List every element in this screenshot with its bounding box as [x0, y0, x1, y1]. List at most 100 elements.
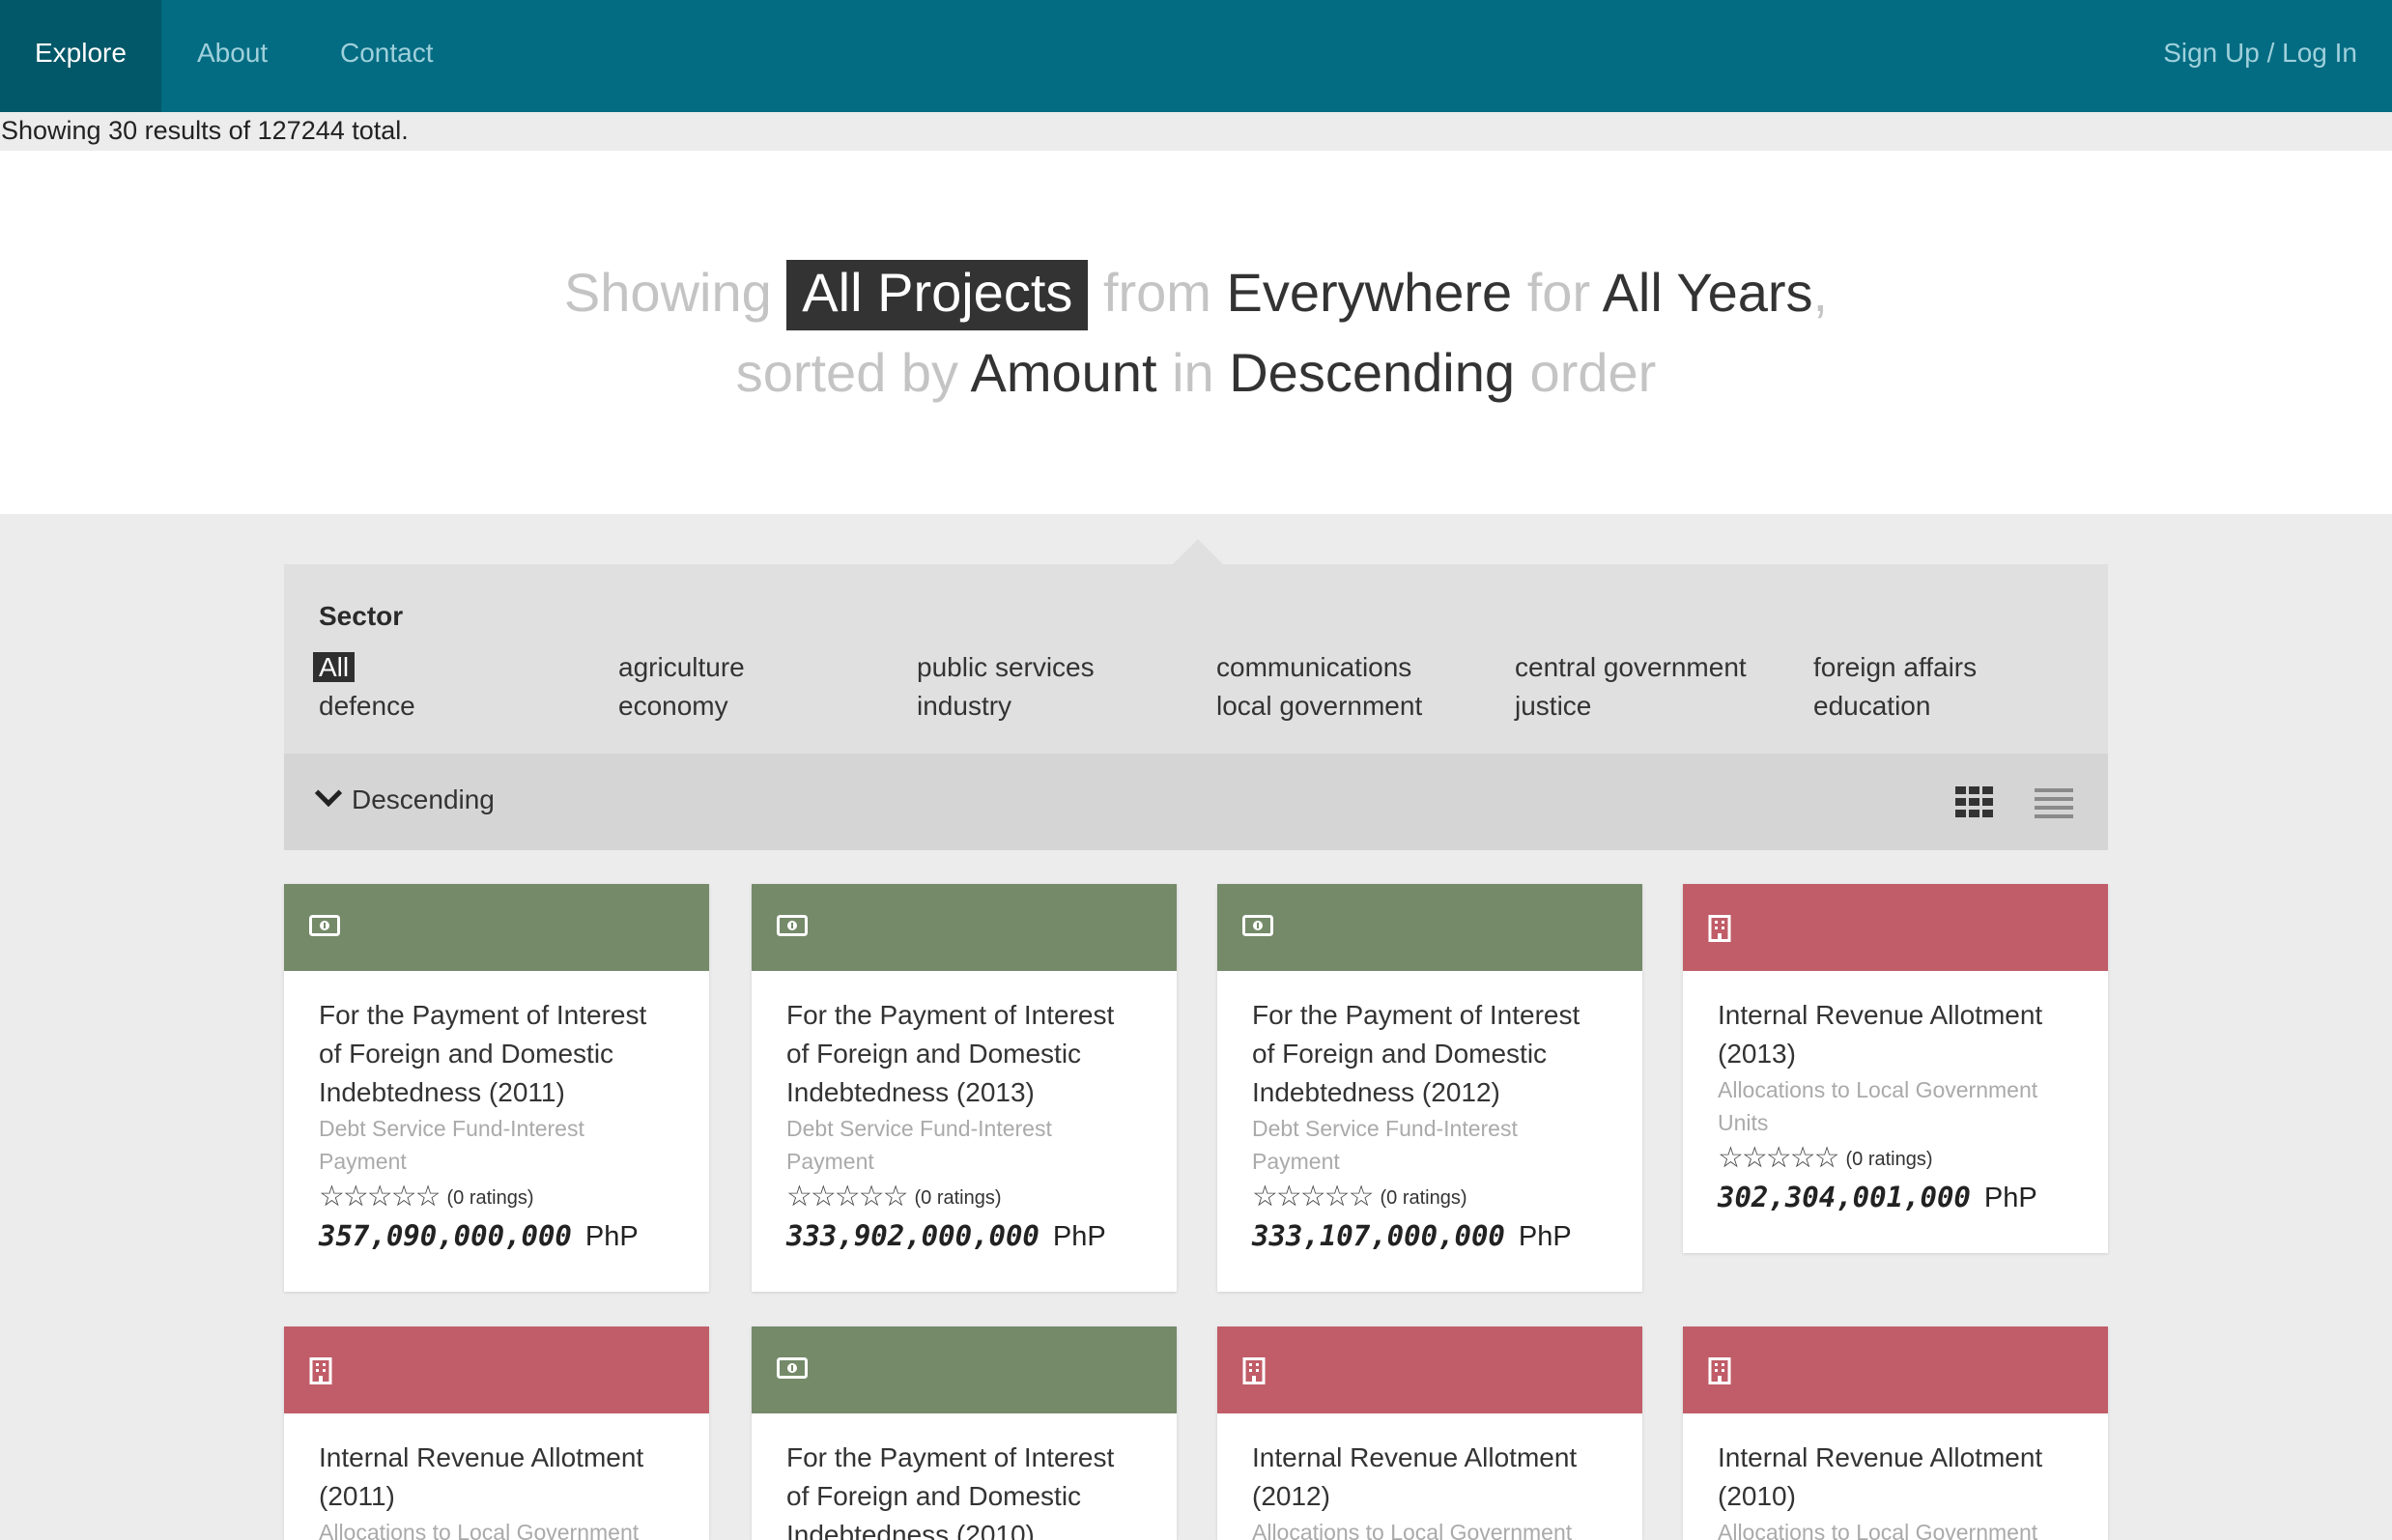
- card-category: Allocations to Local Government: [1718, 1520, 2038, 1540]
- year-filter-selector[interactable]: All Years: [1603, 262, 1813, 323]
- sign-up-login-link[interactable]: Sign Up / Log In: [2163, 0, 2357, 112]
- project-filter-selector[interactable]: All Projects: [786, 260, 1089, 330]
- project-card[interactable]: Internal Revenue Allotment (2010) Alloca…: [1683, 1326, 2108, 1540]
- card-title[interactable]: Internal Revenue Allotment (2011): [319, 1439, 674, 1516]
- building-icon: [1708, 1357, 1731, 1384]
- amount-value: 357,090,000,000: [319, 1219, 572, 1252]
- sector-option-justice[interactable]: justice: [1515, 690, 1591, 723]
- sort-order-label: Descending: [352, 784, 495, 814]
- star-rating-icon[interactable]: ☆☆☆☆☆: [786, 1181, 908, 1212]
- card-body: Internal Revenue Allotment (2010) Alloca…: [1683, 1413, 2108, 1540]
- nav-contact[interactable]: Contact: [305, 0, 469, 112]
- card-category: Allocations to Local Government Units: [1718, 1077, 2038, 1135]
- sort-order-toggle[interactable]: Descending: [314, 754, 495, 850]
- card-body: For the Payment of Interest of Foreign a…: [752, 971, 1177, 1291]
- card-header: [284, 1326, 709, 1413]
- card-title[interactable]: Internal Revenue Allotment (2013): [1718, 996, 2073, 1073]
- card-header: [1217, 884, 1642, 971]
- sort-order-selector[interactable]: Descending: [1229, 342, 1515, 403]
- card-title[interactable]: For the Payment of Interest of Foreign a…: [319, 996, 674, 1112]
- query-summary-line-1: Showing All Projects from Everywhere for…: [0, 254, 2392, 331]
- query-word: from: [1102, 262, 1211, 323]
- sector-option-all[interactable]: All: [313, 651, 356, 684]
- nav-about[interactable]: About: [162, 0, 302, 112]
- money-bill-icon: [1242, 915, 1273, 936]
- card-body: Internal Revenue Allotment (2013) Alloca…: [1683, 971, 2108, 1252]
- ratings-count: (0 ratings): [1380, 1187, 1467, 1209]
- project-card[interactable]: For the Payment of Interest of Foreign a…: [752, 884, 1177, 1292]
- project-card[interactable]: Internal Revenue Allotment (2013) Alloca…: [1683, 884, 2108, 1253]
- sector-option-public-services[interactable]: public services: [917, 651, 1095, 684]
- project-card[interactable]: For the Payment of Interest of Foreign a…: [752, 1326, 1177, 1540]
- query-word: sorted by: [735, 342, 959, 403]
- card-header: [1217, 1326, 1642, 1413]
- amount-value: 333,107,000,000: [1252, 1219, 1505, 1252]
- card-title[interactable]: For the Payment of Interest of Foreign a…: [1252, 996, 1608, 1112]
- query-summary: Showing All Projects from Everywhere for…: [0, 151, 2392, 514]
- nav-explore[interactable]: Explore: [0, 0, 161, 112]
- grid-view-icon[interactable]: [1955, 786, 1994, 817]
- panel-pointer: [1173, 539, 1223, 564]
- query-word: ,: [1812, 262, 1829, 323]
- card-category: Debt Service Fund-Interest Payment: [319, 1116, 584, 1174]
- query-summary-line-2: sorted by Amount in Descending order: [0, 334, 2392, 412]
- project-card[interactable]: Internal Revenue Allotment (2011) Alloca…: [284, 1326, 709, 1540]
- card-header: [1683, 1326, 2108, 1413]
- project-card[interactable]: For the Payment of Interest of Foreign a…: [1217, 884, 1642, 1292]
- card-header: [1683, 884, 2108, 971]
- star-rating-icon[interactable]: ☆☆☆☆☆: [319, 1181, 441, 1212]
- card-body: For the Payment of Interest of Foreign a…: [1217, 971, 1642, 1291]
- money-bill-icon: [309, 915, 340, 936]
- sector-option-central-government[interactable]: central government: [1515, 651, 1747, 684]
- sector-option-economy[interactable]: economy: [618, 690, 728, 723]
- card-rating: ☆☆☆☆☆ (0 ratings): [319, 1178, 674, 1216]
- sector-option-local-government[interactable]: local government: [1216, 690, 1422, 723]
- query-word: Showing: [563, 262, 772, 323]
- query-word: for: [1526, 262, 1591, 323]
- amount-value: 302,304,001,000: [1718, 1181, 1971, 1213]
- card-header: [752, 1326, 1177, 1413]
- project-card[interactable]: Internal Revenue Allotment (2012) Alloca…: [1217, 1326, 1642, 1540]
- card-amount: 302,304,001,000 PhP: [1718, 1178, 2073, 1217]
- sector-option-agriculture[interactable]: agriculture: [618, 651, 745, 684]
- card-body: Internal Revenue Allotment (2012) Alloca…: [1217, 1413, 1642, 1540]
- chevron-down-icon: [314, 779, 343, 808]
- sector-option-defence[interactable]: defence: [319, 690, 415, 723]
- card-amount: 333,902,000,000 PhP: [786, 1216, 1142, 1256]
- sort-field-selector[interactable]: Amount: [971, 342, 1157, 403]
- sector-option-foreign-affairs[interactable]: foreign affairs: [1813, 651, 1977, 684]
- card-category: Debt Service Fund-Interest Payment: [786, 1116, 1052, 1174]
- card-category: Allocations to Local Government: [1252, 1520, 1573, 1540]
- list-view-icon[interactable]: [2035, 788, 2073, 818]
- star-rating-icon[interactable]: ☆☆☆☆☆: [1718, 1142, 1839, 1174]
- project-card[interactable]: For the Payment of Interest of Foreign a…: [284, 884, 709, 1292]
- amount-value: 333,902,000,000: [786, 1219, 1039, 1252]
- card-body: Internal Revenue Allotment (2011) Alloca…: [284, 1413, 709, 1540]
- currency-label: PhP: [1518, 1221, 1572, 1252]
- sector-option-industry[interactable]: industry: [917, 690, 1011, 723]
- currency-label: PhP: [1983, 1183, 2037, 1213]
- card-category: Debt Service Fund-Interest Payment: [1252, 1116, 1518, 1174]
- sector-filter-title: Sector: [319, 601, 404, 631]
- money-bill-icon: [777, 1357, 808, 1379]
- card-title[interactable]: Internal Revenue Allotment (2010): [1718, 1439, 2073, 1516]
- card-body: For the Payment of Interest of Foreign a…: [752, 1413, 1177, 1540]
- card-header: [284, 884, 709, 971]
- sort-toolbar: Descending: [284, 754, 2108, 850]
- card-title[interactable]: For the Payment of Interest of Foreign a…: [786, 1439, 1142, 1540]
- currency-label: PhP: [584, 1221, 639, 1252]
- ratings-count: (0 ratings): [446, 1187, 534, 1209]
- card-title[interactable]: For the Payment of Interest of Foreign a…: [786, 996, 1142, 1112]
- sector-option-education[interactable]: education: [1813, 690, 1930, 723]
- card-rating: ☆☆☆☆☆ (0 ratings): [1252, 1178, 1608, 1216]
- star-rating-icon[interactable]: ☆☆☆☆☆: [1252, 1181, 1374, 1212]
- currency-label: PhP: [1052, 1221, 1106, 1252]
- money-bill-icon: [777, 915, 808, 936]
- sector-option-communications[interactable]: communications: [1216, 651, 1411, 684]
- card-title[interactable]: Internal Revenue Allotment (2012): [1252, 1439, 1608, 1516]
- location-filter-selector[interactable]: Everywhere: [1227, 262, 1513, 323]
- query-word: order: [1529, 342, 1657, 403]
- card-rating: ☆☆☆☆☆ (0 ratings): [786, 1178, 1142, 1216]
- building-icon: [1242, 1357, 1266, 1384]
- ratings-count: (0 ratings): [914, 1187, 1002, 1209]
